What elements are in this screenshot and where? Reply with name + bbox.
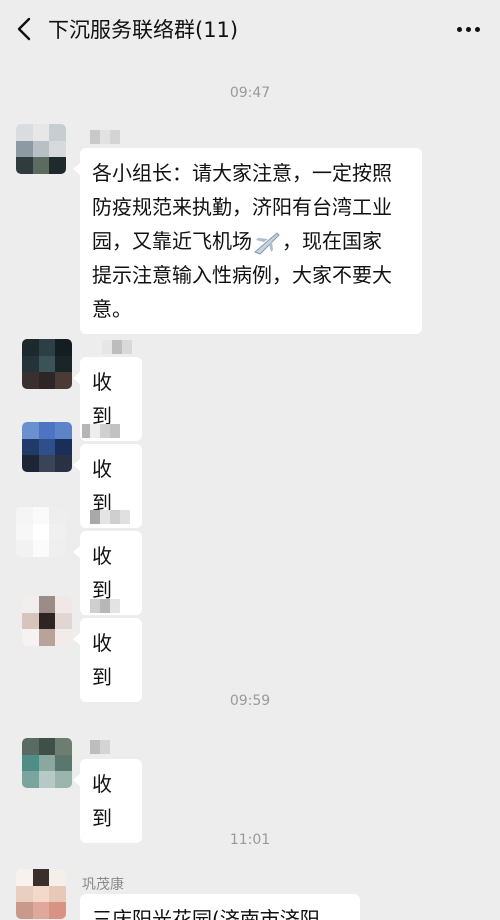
- avatar[interactable]: [16, 507, 66, 557]
- avatar[interactable]: [16, 124, 66, 174]
- message-bubble[interactable]: 收到: [73, 759, 142, 843]
- airplane-emoji-icon: [254, 231, 280, 255]
- message-line: 意。: [92, 297, 132, 321]
- sender-name: [90, 599, 150, 613]
- avatar[interactable]: [16, 869, 66, 919]
- message-line: 园，又靠近飞机场 ，现在国家: [92, 224, 410, 258]
- message-bubble[interactable]: 各小组长：请大家注意，一定按照 防疫规范来执勤，济阳有台湾工业 园，又靠近飞机场…: [73, 148, 422, 334]
- sender-name: [90, 740, 150, 754]
- avatar[interactable]: [22, 596, 72, 646]
- sender-name: [102, 340, 162, 354]
- avatar[interactable]: [22, 422, 72, 472]
- message-bubble[interactable]: 收到: [73, 618, 142, 702]
- message-bubble[interactable]: 三庆阳光花园(济南市济阳: [80, 894, 360, 920]
- message-line: 各小组长：请大家注意，一定按照: [92, 161, 392, 185]
- avatar[interactable]: [22, 738, 72, 788]
- timestamp: 09:59: [229, 693, 271, 709]
- timestamp: 11:01: [229, 832, 271, 848]
- message-line: 防疫规范来执勤，济阳有台湾工业: [92, 195, 392, 219]
- chat-title: 下沉服务联络群(11): [48, 18, 239, 42]
- sender-name: [82, 424, 152, 438]
- back-button[interactable]: [4, 0, 44, 58]
- message-line: 提示注意输入性病例，大家不要大: [92, 263, 392, 287]
- chevron-left-icon: [17, 17, 31, 41]
- chat-header: 下沉服务联络群(11): [0, 0, 500, 58]
- sender-name: 巩茂康: [82, 877, 124, 893]
- timestamp: 09:47: [229, 85, 271, 101]
- sender-name: [90, 130, 150, 144]
- more-dots-icon: [456, 26, 462, 32]
- more-button[interactable]: [452, 14, 484, 44]
- sender-name: [90, 510, 150, 524]
- avatar[interactable]: [22, 339, 72, 389]
